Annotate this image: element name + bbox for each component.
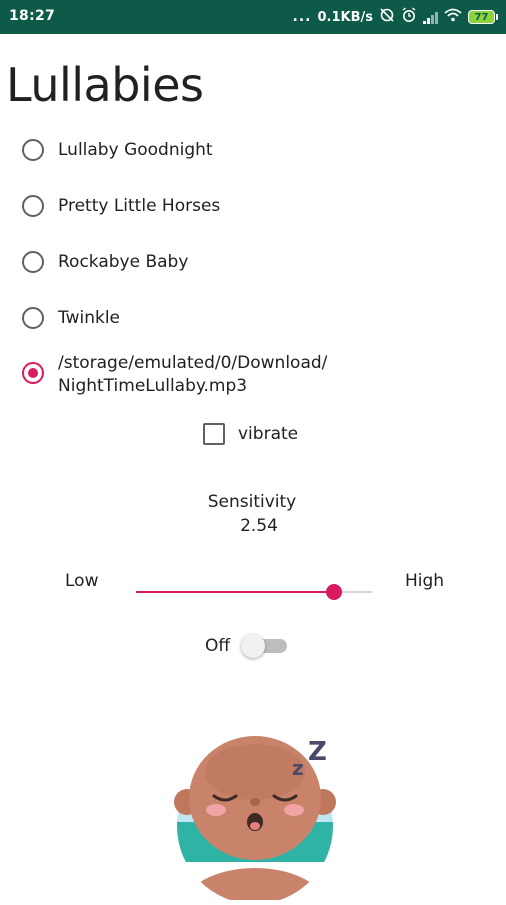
radio-label: Pretty Little Horses [58,196,221,216]
battery-icon: 77 [468,10,498,24]
notification-dots: ... [292,9,312,25]
sync-off-icon [379,7,395,27]
signal-icon [423,11,438,24]
sleeping-baby-icon: z Z [170,730,340,904]
radio-button[interactable] [22,139,44,161]
switch-label: Off [205,636,231,656]
slider-high-label: High [405,571,445,591]
radio-label: Twinkle [58,308,120,328]
radio-button[interactable] [22,251,44,273]
power-switch[interactable] [241,634,289,658]
status-icons: ... 0.1KB/s 77 [293,7,498,27]
sensitivity-title: Sensitivity [207,492,297,512]
file-path-line: /storage/emulated/0/Download/ [58,353,328,373]
sensitivity-value: 2.54 [240,516,278,536]
network-speed: 0.1KB/s [317,9,374,25]
alarm-icon [401,7,417,27]
radio-label: Rockabye Baby [58,252,189,272]
svg-text:z: z [292,756,304,780]
status-time: 18:27 [9,8,56,24]
radio-option-lullaby-goodnight[interactable]: Lullaby Goodnight [22,139,213,161]
radio-button[interactable] [22,307,44,329]
page-title: Lullabies [6,58,204,112]
radio-button[interactable] [22,195,44,217]
svg-text:Z: Z [308,737,327,767]
status-bar: 18:27 ... 0.1KB/s 77 [0,0,506,34]
slider-thumb[interactable] [326,584,343,600]
wifi-icon [444,8,462,26]
switch-thumb[interactable] [241,634,265,658]
slider-low-label: Low [65,571,99,591]
file-name-line: NightTimeLullaby.mp3 [58,376,248,396]
radio-label: /storage/emulated/0/Download/ NightTimeL… [58,352,478,398]
slider-fill [136,591,335,593]
vibrate-checkbox[interactable] [203,423,225,445]
radio-button-selected[interactable] [22,362,44,384]
vibrate-label: vibrate [238,424,299,444]
vibrate-checkbox-row[interactable]: vibrate [203,423,298,445]
battery-level: 77 [468,10,495,24]
radio-option-rockabye-baby[interactable]: Rockabye Baby [22,251,188,273]
radio-option-custom-file[interactable]: /storage/emulated/0/Download/ NightTimeL… [22,352,478,398]
radio-label: Lullaby Goodnight [58,140,213,160]
radio-option-pretty-little-horses[interactable]: Pretty Little Horses [22,195,220,217]
sensitivity-slider[interactable] [136,582,372,602]
battery-tip [496,14,498,20]
radio-option-twinkle[interactable]: Twinkle [22,307,120,329]
